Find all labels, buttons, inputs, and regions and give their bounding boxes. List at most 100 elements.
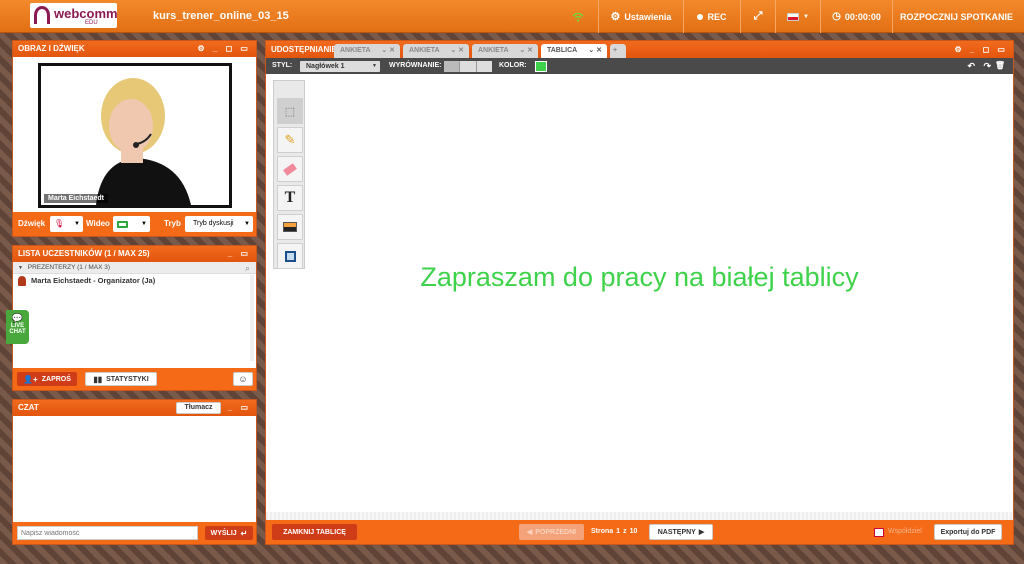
participants-header: LISTA UCZESTNIKÓW (1 / MAX 25) _ ▭ bbox=[13, 246, 256, 262]
chat-footer: WYŚLIJ↵ bbox=[13, 522, 256, 544]
export-pdf-button[interactable]: Exportuj do PDF bbox=[934, 524, 1002, 540]
mode-select[interactable]: Tryb dyskusji ▼ bbox=[185, 216, 253, 232]
smiley-icon: ☺ bbox=[238, 374, 248, 384]
panel-controls[interactable]: ⚙ _ ◻ ▭ bbox=[955, 41, 1009, 58]
enter-icon: ↵ bbox=[240, 528, 248, 538]
bar-chart-icon: ▮▮ bbox=[93, 374, 103, 384]
image-icon bbox=[283, 222, 297, 232]
panel-controls[interactable]: _ ▭ bbox=[228, 246, 251, 262]
undo-icon[interactable]: ↶ bbox=[967, 58, 975, 74]
tab-ankieta-1[interactable]: ANKIETA ⌄ ✕ bbox=[334, 44, 400, 58]
whiteboard-text[interactable]: Zapraszam do pracy na białej tablicy bbox=[266, 262, 1013, 293]
send-button[interactable]: WYŚLIJ ↵ bbox=[205, 526, 253, 540]
presenter-video-image bbox=[96, 78, 191, 205]
av-panel-header: OBRAZ I DŹWIĘK ⚙ _ ◻ ▭ bbox=[13, 41, 256, 57]
panel-controls[interactable]: ⚙ _ ▭ bbox=[212, 400, 251, 416]
previous-button[interactable]: ◀ POPRZEDNI bbox=[519, 524, 584, 540]
chevron-down-icon: ▼ bbox=[803, 13, 809, 20]
clock-icon: ◷ bbox=[832, 11, 841, 22]
invite-button[interactable]: 👤+ ZAPROŚ bbox=[17, 372, 77, 386]
chat-panel: CZAT Tłumacz ⚙ _ ▭ WYŚLIJ↵ bbox=[12, 399, 257, 545]
close-icon[interactable]: ⌄ ✕ bbox=[519, 44, 533, 58]
share-checkbox[interactable] bbox=[874, 528, 884, 537]
whiteboard-toolbar: STYL: Nagłówek 1 ▼ WYRÓWNANIE: KOLOR: ↶ ↷… bbox=[266, 58, 1013, 74]
rec-button[interactable]: REC bbox=[683, 0, 740, 33]
video-caption: Marta Eichstaedt bbox=[44, 194, 109, 203]
redo-icon[interactable]: ↷ bbox=[983, 58, 991, 74]
chat-bubble-icon: 💬 bbox=[11, 313, 24, 323]
color-swatch[interactable] bbox=[535, 61, 547, 72]
fullscreen-icon: ⤢ bbox=[753, 10, 763, 22]
style-label: STYL: bbox=[272, 62, 293, 69]
logo-text: webcomm bbox=[54, 6, 118, 21]
sound-label: Dźwięk bbox=[18, 219, 46, 228]
tab-ankieta-2[interactable]: ANKIETA ⌄ ✕ bbox=[403, 44, 469, 58]
microphone-icon: 🎙 bbox=[54, 219, 65, 228]
video-label: Wideo bbox=[86, 219, 110, 228]
next-button[interactable]: NASTĘPNY ▶ bbox=[649, 524, 713, 540]
trash-icon[interactable]: 🗑 bbox=[995, 58, 1005, 74]
close-icon[interactable]: ⌄ ✕ bbox=[588, 44, 602, 58]
chevron-down-icon: ▼ bbox=[74, 221, 80, 227]
chat-header: CZAT Tłumacz ⚙ _ ▭ bbox=[13, 400, 256, 416]
fullscreen-button[interactable]: ⤢ bbox=[740, 0, 775, 33]
chevron-down-icon: ▼ bbox=[244, 221, 250, 227]
select-tool[interactable]: ⬚ bbox=[277, 98, 303, 124]
close-icon[interactable]: ⌄ ✕ bbox=[381, 44, 395, 58]
eraser-icon bbox=[283, 162, 297, 176]
pencil-icon: ✎ bbox=[284, 132, 296, 147]
cursor-icon: ⬚ bbox=[284, 105, 296, 118]
message-input[interactable] bbox=[17, 526, 198, 540]
rectangle-icon bbox=[284, 250, 296, 262]
arrow-left-icon: ◀ bbox=[526, 529, 533, 536]
text-tool[interactable]: T bbox=[277, 185, 303, 211]
style-select[interactable]: Nagłówek 1 ▼ bbox=[300, 61, 380, 72]
logo-subtext: EDU bbox=[85, 20, 98, 26]
add-user-icon: 👤+ bbox=[23, 374, 38, 384]
settings-button[interactable]: ⚙ Ustawienia bbox=[598, 0, 683, 33]
image-tool[interactable] bbox=[277, 214, 303, 240]
statistics-button[interactable]: ▮▮ STATYSTYKI bbox=[85, 372, 157, 386]
start-meeting-button[interactable]: ROZPOCZNIJ SPOTKANIE bbox=[892, 0, 1020, 33]
mode-label: Tryb bbox=[164, 219, 181, 228]
video-feed: Marta Eichstaedt bbox=[38, 63, 232, 208]
options-button[interactable]: ☺ bbox=[233, 372, 253, 386]
chevron-down-icon: ▼ bbox=[141, 221, 147, 227]
align-left-icon[interactable] bbox=[444, 61, 461, 72]
presenters-group[interactable]: ▼ PREZENTERZY (1 / MAX 3) ⌕ bbox=[13, 262, 256, 274]
align-label: WYRÓWNANIE: bbox=[389, 62, 442, 69]
chevron-down-icon: ▼ bbox=[372, 63, 377, 69]
add-tab-button[interactable]: + bbox=[610, 44, 626, 58]
top-bar: webcomm EDU kurs_trener_online_03_15 ⚙ U… bbox=[0, 0, 1024, 33]
align-center-icon[interactable] bbox=[460, 61, 477, 72]
align-buttons bbox=[444, 61, 492, 72]
language-select[interactable]: ▼ bbox=[775, 0, 820, 33]
share-label: Współdziel bbox=[888, 528, 922, 535]
av-panel: OBRAZ I DŹWIĘK ⚙ _ ◻ ▭ Marta Eichstaedt … bbox=[12, 40, 257, 237]
participants-footer: 👤+ ZAPROŚ ▮▮ STATYSTYKI ☺ bbox=[13, 368, 256, 390]
connection-indicator bbox=[558, 0, 598, 33]
microphone-select[interactable]: 🎙 ▼ bbox=[50, 216, 83, 232]
scrollbar[interactable] bbox=[250, 275, 254, 361]
search-icon[interactable]: ⌕ bbox=[245, 262, 250, 274]
page-indicator: Strona 1 z 10 bbox=[591, 528, 638, 535]
tab-tablica[interactable]: TABLICA ⌄ ✕ bbox=[541, 44, 607, 58]
eraser-tool[interactable] bbox=[277, 156, 303, 182]
close-icon[interactable]: ⌄ ✕ bbox=[450, 44, 464, 58]
gear-icon: ⚙ bbox=[610, 11, 621, 23]
pencil-tool[interactable]: ✎ bbox=[277, 127, 303, 153]
room-name: kurs_trener_online_03_15 bbox=[153, 10, 289, 22]
triangle-icon: ▼ bbox=[18, 265, 23, 271]
camera-icon bbox=[117, 221, 128, 229]
user-icon bbox=[18, 276, 26, 286]
close-whiteboard-button[interactable]: ZAMKNIJ TABLICĘ bbox=[272, 524, 357, 540]
flag-pl-icon bbox=[787, 12, 800, 21]
tab-ankieta-3[interactable]: ANKIETA ⌄ ✕ bbox=[472, 44, 538, 58]
camera-select[interactable]: ▼ bbox=[113, 216, 150, 232]
participant-row[interactable]: Marta Eichstaedt - Organizator (Ja) bbox=[13, 274, 256, 288]
align-right-icon[interactable] bbox=[477, 61, 492, 72]
horizontal-scrollbar[interactable] bbox=[266, 512, 1013, 520]
panel-controls[interactable]: ⚙ _ ◻ ▭ bbox=[198, 41, 252, 57]
av-controls-bar: Dźwięk 🎙 ▼ Wideo ▼ Tryb Tryb dyskusji ▼ bbox=[13, 212, 256, 236]
live-chat-tab[interactable]: 💬 LIVE CHAT bbox=[6, 310, 29, 344]
